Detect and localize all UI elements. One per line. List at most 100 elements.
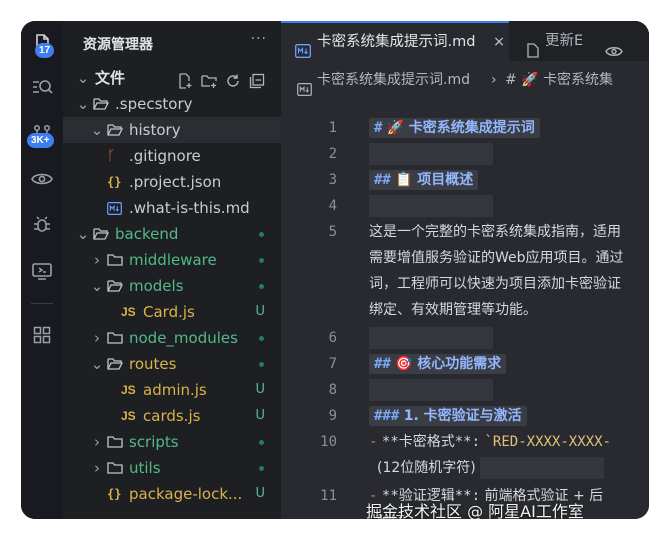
tree-item-label: scripts [129,433,179,451]
markdown-icon [107,195,122,221]
tree-item-label: .gitignore [129,147,201,165]
line-number: 10 [320,434,337,450]
tree-item-label: node_modules [129,329,238,347]
chevron-right-icon[interactable]: › [91,247,103,273]
tree-item[interactable]: › middleware [63,247,281,273]
chevron-right-icon[interactable]: › [91,325,103,351]
tree-item-label: models [129,277,184,295]
tree-item-label: .project.json [129,173,222,191]
tree-item[interactable]: ᚴ .gitignore [63,143,281,169]
git-status-dot [259,466,264,471]
heading-text: 卡密系统集成提示词 [408,120,535,136]
git-status-dot [259,440,264,445]
source-control-badge: 3K+ [27,133,54,148]
code-line[interactable]: 这是一个完整的卡密系统集成指南，适用 [369,219,649,245]
tab-active-md[interactable]: 卡密系统集成提示词.md × [281,21,509,61]
code-line-wrap[interactable]: 需要增值服务验证的Web应用项目。通过 [369,245,649,271]
tree-item[interactable]: JS cards.js U [63,403,281,429]
tree-item[interactable]: ⌄ .specstory [63,91,281,117]
tree-item[interactable]: {} .project.json [63,169,281,195]
extensions-grid-icon[interactable] [21,321,63,349]
code-line-wrap[interactable]: 绑定、有效期管理等功能。 [369,297,649,323]
preview-eye-icon[interactable] [605,34,623,61]
empty-line-highlight [369,327,493,349]
chevron-down-icon: ⌄ [76,69,90,87]
tree-item-label: package-lock... [129,485,243,503]
folder-open-icon [93,221,109,247]
git-status-dot [259,284,264,289]
code-line-wrap[interactable]: (12位随机字符) [377,455,649,481]
tree-item[interactable]: › node_modules [63,325,281,351]
code-line[interactable]: ### 1. 卡密验证与激活 [369,403,649,429]
chevron-down-icon[interactable]: ⌄ [91,273,104,299]
tree-item[interactable]: {} package-lock... U [63,481,281,507]
code-line[interactable]: # 🚀 卡密系统集成提示词 [369,115,649,141]
tree-item[interactable]: JS admin.js U [63,377,281,403]
code-line[interactable]: - **卡密格式**: `RED-XXXX-XXXX- [369,429,649,455]
explorer-sidebar: 资源管理器 ··· ⌄ 文件 ⌄ .specstory ⌄ history ᚴ .giti… [63,21,281,519]
line-number: 11 [320,488,337,504]
wrapped-text: 需要增值服务验证的Web应用项目。通过 [369,250,624,266]
breadcrumb-heading[interactable]: # 🚀 卡密系统集 [505,61,613,99]
line-number: 6 [328,330,337,346]
tree-item[interactable]: ⌄ models [63,273,281,299]
tree-item-label: .what-is-this.md [129,199,250,217]
tree-item[interactable]: › scripts [63,429,281,455]
explorer-badge: 17 [35,43,55,58]
line-number: 4 [328,198,337,214]
line-number: 7 [328,356,337,372]
heading-marker: ### [374,408,400,424]
tab-update[interactable]: 更新E [509,21,649,61]
tree-item[interactable]: JS Card.js U [63,299,281,325]
code-line[interactable] [369,193,649,219]
javascript-icon: JS [121,305,136,319]
heading-marker: # [374,120,383,136]
folder-icon [107,247,123,273]
files-section-header[interactable]: ⌄ 文件 [63,65,281,91]
preview-eye-icon[interactable] [21,165,63,193]
tab-bar: 卡密系统集成提示词.md × 更新E [281,21,649,61]
folder-icon [107,325,123,351]
tree-item[interactable]: .what-is-this.md [63,195,281,221]
code-line[interactable] [369,325,649,351]
remote-screen-icon[interactable] [21,257,63,285]
sidebar-title: 资源管理器 [83,37,153,53]
chevron-down-icon[interactable]: ⌄ [77,221,90,247]
tab-close-icon[interactable]: × [493,23,505,61]
activity-separator [31,303,53,304]
markdown-icon [295,35,311,61]
list-marker: - [369,434,378,450]
chevron-right-icon[interactable]: › [91,429,103,455]
folder-open-icon [107,351,123,377]
git-icon: ᚴ [107,148,116,164]
chevron-right-icon[interactable]: › [91,455,103,481]
heading-emoji: 🎯 [395,356,413,372]
empty-line-highlight [369,379,493,401]
breadcrumb-separator: › [491,72,497,88]
debug-bug-icon[interactable] [21,211,63,239]
tree-item-label: .specstory [115,95,193,113]
breadcrumb-file[interactable]: 卡密系统集成提示词.md [317,61,470,99]
code-line[interactable]: ## 📋 项目概述 [369,167,649,193]
breadcrumb: 卡密系统集成提示词.md › # 🚀 卡密系统集 [281,61,649,99]
chevron-down-icon[interactable]: ⌄ [77,91,90,117]
chevron-down-icon[interactable]: ⌄ [91,351,104,377]
tree-item[interactable]: ⌄ backend [63,221,281,247]
editor-area: 卡密系统集成提示词.md × 更新E 卡密系统集成提示词.md › # 🚀 卡密… [281,21,649,519]
heading-marker: ## [374,172,391,188]
code-line[interactable]: ## 🎯 核心功能需求 [369,351,649,377]
tree-item-label: backend [115,225,179,243]
tree-item[interactable]: ⌄ history [63,117,281,143]
git-status-untracked: U [255,382,265,397]
search-icon[interactable] [21,73,63,101]
git-status-dot [259,336,264,341]
tree-item[interactable]: ⌄ routes [63,351,281,377]
code-line-wrap[interactable]: 词，工程师可以快速为项目添加卡密验证 [369,271,649,297]
line-number: 9 [328,408,337,424]
code-line[interactable] [369,377,649,403]
tree-item[interactable]: › utils [63,455,281,481]
more-actions-icon[interactable]: ··· [251,31,267,47]
code-line[interactable] [369,141,649,167]
tree-item-label: routes [129,355,177,373]
chevron-down-icon[interactable]: ⌄ [91,117,104,143]
